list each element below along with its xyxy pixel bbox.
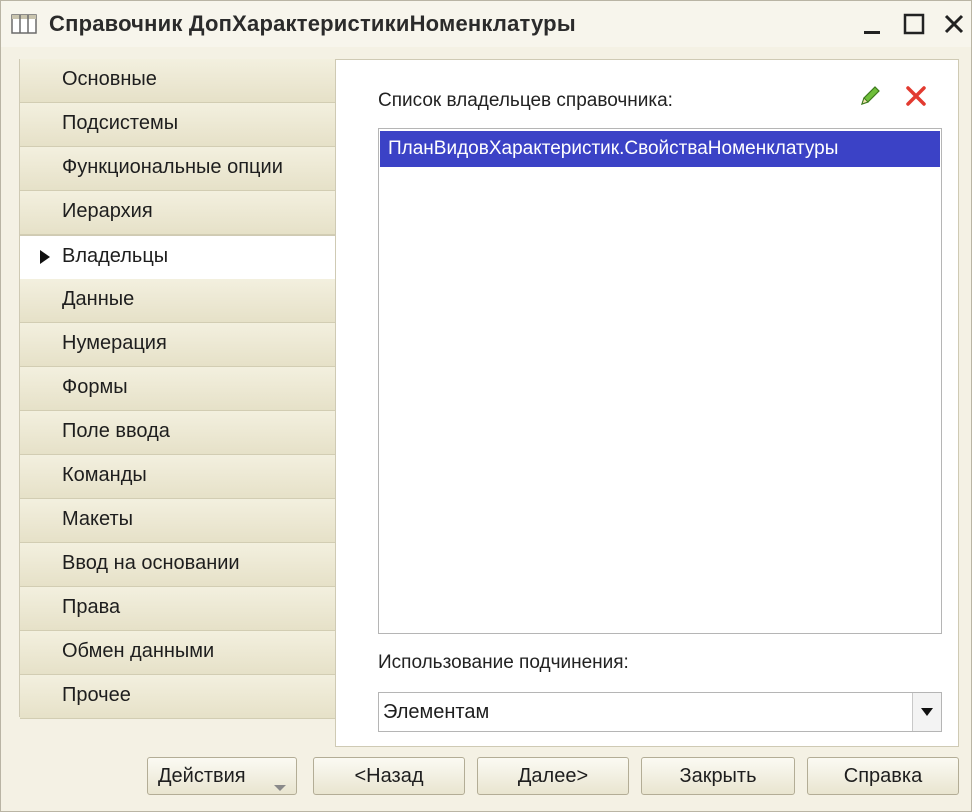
back-button[interactable]: <Назад	[313, 757, 465, 795]
sidebar-item-label: Поле ввода	[62, 420, 170, 442]
sidebar-item[interactable]: Обмен данными	[20, 631, 337, 675]
sidebar-item-label: Формы	[62, 376, 128, 398]
sidebar-item-label: Права	[62, 596, 121, 618]
title-bar[interactable]: Справочник ДопХарактеристикиНоменклатуры	[1, 1, 971, 47]
sidebar-item-label: Иерархия	[62, 200, 153, 222]
sidebar-item-label: Нумерация	[62, 332, 167, 354]
owners-panel: Список владельцев справочника: ПланВидов…	[335, 59, 959, 747]
current-item-arrow-icon	[40, 250, 50, 264]
sidebar-item-label: Обмен данными	[62, 640, 215, 662]
subordination-select[interactable]: Элементам	[378, 692, 942, 732]
chevron-down-icon	[921, 708, 933, 716]
next-button[interactable]: Далее>	[477, 757, 629, 795]
dropdown-button[interactable]	[912, 693, 941, 731]
list-item[interactable]: ПланВидовХарактеристик.СвойстваНоменклат…	[380, 131, 940, 167]
sidebar-item-label: Владельцы	[62, 245, 169, 267]
dropdown-arrow-icon	[274, 774, 286, 797]
owners-list[interactable]: ПланВидовХарактеристик.СвойстваНоменклат…	[378, 128, 942, 634]
sidebar-item-label: Подсистемы	[62, 112, 179, 134]
minimize-icon[interactable]	[857, 9, 887, 39]
sidebar-item-label: Данные	[62, 288, 135, 310]
red-x-icon[interactable]	[902, 82, 930, 110]
sidebar-item[interactable]: Нумерация	[20, 323, 337, 367]
sidebar-item[interactable]: Ввод на основании	[20, 543, 337, 587]
subordination-label: Использование подчинения:	[378, 652, 629, 673]
owner-item-label: ПланВидовХарактеристик.СвойстваНоменклат…	[388, 138, 839, 159]
window-title: Справочник ДопХарактеристикиНоменклатуры	[49, 11, 576, 36]
next-button-label: Далее>	[517, 765, 589, 787]
sidebar-item-label: Команды	[62, 464, 147, 486]
sidebar-item[interactable]: Прочее	[20, 675, 337, 719]
sidebar-item[interactable]: Подсистемы	[20, 103, 337, 147]
owners-list-label: Список владельцев справочника:	[378, 90, 673, 111]
close-button-label: Закрыть	[679, 765, 757, 787]
close-button[interactable]: Закрыть	[641, 757, 795, 795]
sidebar: Основные Подсистемы Функциональные опции Ие…	[19, 59, 339, 719]
metadata-editor-window: Справочник ДопХарактеристикиНоменклатуры…	[0, 0, 972, 812]
actions-button[interactable]: Действия	[147, 757, 297, 795]
sidebar-item[interactable]: Функциональные опции	[20, 147, 337, 191]
sidebar-item[interactable]: Поле ввода	[20, 411, 337, 455]
sidebar-item[interactable]: Иерархия	[20, 191, 337, 235]
actions-button-label: Действия	[158, 765, 246, 787]
catalog-icon	[11, 12, 37, 36]
sidebar-item[interactable]: Владельцы	[20, 235, 339, 280]
pencil-icon[interactable]	[856, 82, 884, 110]
sidebar-item-label: Прочее	[62, 684, 131, 706]
sidebar-item-label: Макеты	[62, 508, 133, 530]
back-button-label: <Назад	[354, 765, 424, 787]
sidebar-item[interactable]: Макеты	[20, 499, 337, 543]
sidebar-item-label: Ввод на основании	[62, 552, 240, 574]
close-icon[interactable]	[939, 9, 969, 39]
sidebar-item[interactable]: Команды	[20, 455, 337, 499]
help-button[interactable]: Справка	[807, 757, 959, 795]
maximize-icon[interactable]	[899, 9, 929, 39]
sidebar-item[interactable]: Основные	[20, 59, 337, 103]
sidebar-item[interactable]: Данные	[20, 279, 337, 323]
subordination-value: Элементам	[383, 701, 490, 723]
sidebar-item-label: Основные	[62, 68, 157, 90]
help-button-label: Справка	[843, 765, 923, 787]
sidebar-item[interactable]: Формы	[20, 367, 337, 411]
sidebar-item[interactable]: Права	[20, 587, 337, 631]
sidebar-item-label: Функциональные опции	[62, 156, 283, 178]
